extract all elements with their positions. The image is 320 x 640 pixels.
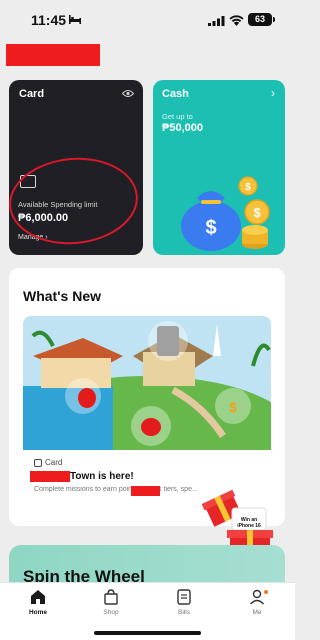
status-time: 11:45 xyxy=(31,12,67,28)
status-bar: 11:45 63 xyxy=(0,0,295,38)
svg-text:$: $ xyxy=(205,217,216,239)
tab-me-label: Me xyxy=(252,609,262,616)
promo-card-tag: Card xyxy=(34,458,62,467)
home-icon xyxy=(31,590,45,604)
battery-icon: 63 xyxy=(248,13,275,26)
eye-icon[interactable] xyxy=(122,89,134,98)
svg-text:$: $ xyxy=(229,399,237,415)
tab-bills-label: Bills xyxy=(178,609,190,616)
cash-title: Cash xyxy=(162,88,189,100)
promo-card-tag-label: Card xyxy=(45,458,63,467)
notification-dot xyxy=(264,590,268,594)
cash-chevron-icon[interactable]: › xyxy=(271,86,275,100)
card-tag-icon xyxy=(34,458,42,467)
gift-text: Win an iPhone 16 xyxy=(237,517,261,529)
svg-text:$: $ xyxy=(253,205,261,220)
redaction-description xyxy=(131,486,160,496)
money-bag-icon: $ $ $ xyxy=(181,176,270,251)
card-title: Card xyxy=(19,88,45,100)
bed-icon xyxy=(69,15,81,24)
home-indicator xyxy=(94,631,201,635)
tab-home-label: Home xyxy=(28,609,48,616)
redaction-header xyxy=(6,44,100,66)
tab-home[interactable]: Home xyxy=(13,588,63,616)
svg-text:$: $ xyxy=(245,182,251,193)
tab-shop[interactable]: Shop xyxy=(86,588,136,616)
wifi-icon xyxy=(229,15,244,26)
signal-icon xyxy=(208,16,225,26)
town-illustration: $ xyxy=(23,316,271,450)
bill-icon xyxy=(177,589,191,605)
redaction-headline xyxy=(30,471,70,482)
cash-label: Get up to xyxy=(162,112,193,121)
tab-me[interactable]: Me xyxy=(232,588,282,616)
whats-new-title: What's New xyxy=(23,288,102,304)
cash-value: ₱50,000 xyxy=(162,122,203,134)
cash-tile[interactable]: Cash › Get up to ₱50,000 $ $ $ xyxy=(153,80,285,255)
promo-headline: Town is here! xyxy=(70,471,134,482)
tab-shop-label: Shop xyxy=(103,609,119,616)
bag-icon xyxy=(104,589,118,605)
tab-bills[interactable]: Bills xyxy=(159,588,209,616)
